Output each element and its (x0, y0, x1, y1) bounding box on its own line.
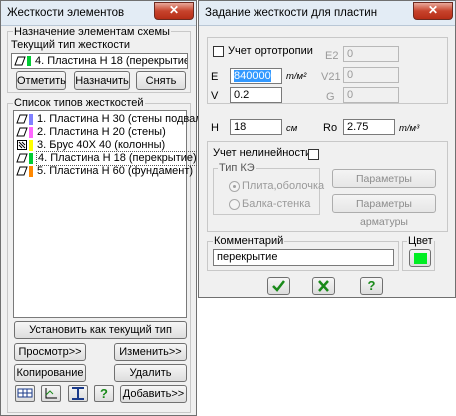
current-type-value: 4. Пластина Н 18 (перекрытие) (35, 55, 188, 67)
title-bar: Жесткости элементов ✕ (1, 1, 196, 26)
ro-label: Ro (323, 122, 338, 134)
help-tool-button[interactable]: ? (94, 385, 114, 402)
table-icon (17, 388, 33, 398)
h-label: H (211, 122, 219, 134)
stiffness-types-list[interactable]: 1. Пластина Н 30 (стены подвала) 2. Плас… (13, 110, 211, 318)
assign-group-label: Назначение элементам схемы (13, 26, 171, 38)
plate-shell-radio[interactable] (229, 181, 240, 192)
comment-field[interactable]: перекрытие (213, 249, 394, 266)
edit-button[interactable]: Изменить>> (114, 343, 187, 361)
color-swatch (414, 253, 427, 264)
help-button[interactable]: ? (360, 277, 383, 295)
orthotropy-checkbox[interactable] (213, 46, 224, 57)
h-field[interactable]: 18 (230, 119, 282, 135)
h-unit: см (286, 123, 298, 134)
type-color-swatch (29, 166, 33, 177)
assign-button[interactable]: Назначить (74, 71, 130, 90)
current-type-label: Текущий тип жесткости (11, 39, 130, 51)
set-current-type-button[interactable]: Установить как текущий тип (14, 321, 187, 339)
g-label: G (326, 91, 335, 103)
e2-value: 0 (347, 48, 354, 60)
list-item[interactable]: 2. Пластина Н 20 (стены) (16, 126, 184, 139)
plate-icon (16, 166, 28, 176)
list-item[interactable]: 1. Пластина Н 30 (стены подвала) (16, 113, 211, 126)
e-value: 840000 (234, 70, 271, 82)
color-label: Цвет (407, 235, 434, 247)
help-icon: ? (100, 386, 108, 401)
close-button[interactable]: ✕ (154, 2, 194, 20)
v21-label: V21 (321, 71, 341, 83)
color-picker-button[interactable] (409, 249, 431, 267)
beam-wall-label: Балка-стенка (242, 198, 311, 210)
nonlinearity-checkbox[interactable] (308, 149, 319, 160)
list-item-selected[interactable]: 4. Пластина Н 18 (перекрытие) (16, 151, 199, 166)
type-color-swatch (29, 114, 33, 125)
close-button[interactable]: ✕ (413, 2, 453, 20)
remove-button[interactable]: Снять (136, 71, 186, 90)
table-tool-button[interactable] (15, 385, 35, 402)
help-icon: ? (367, 278, 376, 293)
h-value: 18 (234, 121, 247, 133)
plate-icon (14, 56, 26, 66)
cross-icon (318, 280, 329, 292)
current-type-field: 4. Пластина Н 18 (перекрытие) (11, 53, 188, 69)
checkmark-icon (272, 280, 285, 292)
comment-value: перекрытие (217, 251, 278, 263)
add-button[interactable]: Добавить>> (120, 385, 187, 403)
type-color-swatch (29, 127, 33, 138)
mark-button[interactable]: Отметить (16, 71, 66, 90)
section-tool-button[interactable] (68, 385, 88, 402)
v21-value: 0 (347, 69, 354, 81)
axis-tool-button[interactable] (41, 385, 61, 402)
ro-unit: т/м³ (399, 123, 420, 134)
list-item-label: 2. Пластина Н 20 (стены) (37, 126, 166, 138)
v-label: V (211, 90, 219, 102)
stiffness-elements-window: Жесткости элементов ✕ Назначение элемент… (0, 0, 211, 416)
ok-button[interactable] (267, 277, 290, 295)
e2-field[interactable]: 0 (343, 46, 399, 62)
ro-value: 2.75 (347, 121, 369, 133)
plate-shell-label: Плита,оболочка (242, 180, 325, 192)
section-icon (72, 387, 84, 400)
type-color-swatch (29, 153, 33, 164)
v-field[interactable]: 0.2 (230, 87, 282, 103)
plate-stiffness-window: Задание жесткости для пластин ✕ Учет орт… (198, 0, 456, 298)
beam-wall-radio[interactable] (229, 199, 240, 210)
comment-label: Комментарий (213, 235, 285, 247)
list-item-label: 5. Пластина Н 60 (фундамент) (37, 165, 194, 177)
title-bar: Задание жесткости для пластин ✕ (199, 1, 455, 26)
window-title: Жесткости элементов (7, 7, 125, 19)
v-value: 0.2 (234, 89, 250, 101)
list-item-label: 1. Пластина Н 30 (стены подвала) (37, 113, 212, 125)
cancel-button[interactable] (312, 277, 335, 295)
g-field[interactable]: 0 (343, 87, 399, 103)
plate-icon (16, 114, 28, 124)
list-item[interactable]: 5. Пластина Н 60 (фундамент) (16, 165, 193, 178)
beam-icon (17, 140, 27, 150)
types-group-label: Список типов жесткостей (13, 97, 145, 109)
delete-button[interactable]: Удалить (114, 364, 187, 382)
e-unit: т/м² (286, 71, 307, 82)
plate-icon (16, 153, 28, 163)
type-color-swatch (29, 140, 33, 151)
nonlinearity-label: Учет нелинейности (213, 147, 312, 159)
copy-button[interactable]: Копирование (14, 364, 86, 382)
rebar-params-button[interactable]: Параметры арматуры (332, 194, 436, 228)
e2-label: E2 (325, 50, 339, 62)
view-button[interactable]: Просмотр>> (14, 343, 86, 361)
plate-icon (16, 127, 28, 137)
g-value: 0 (347, 89, 354, 101)
material-params-button[interactable]: Параметры материала (332, 169, 436, 203)
axis-icon (45, 388, 57, 399)
orthotropy-label: Учет ортотропии (228, 45, 313, 57)
v21-field[interactable]: 0 (343, 67, 399, 83)
e-label: E (211, 71, 219, 83)
current-type-swatch (27, 56, 31, 66)
fe-type-label: Тип КЭ (218, 162, 256, 174)
e-field[interactable]: 840000 (230, 68, 282, 84)
ro-field[interactable]: 2.75 (343, 119, 395, 135)
window-title: Задание жесткости для пластин (205, 7, 378, 19)
list-item-label: 4. Пластина Н 18 (перекрытие) (36, 151, 199, 166)
